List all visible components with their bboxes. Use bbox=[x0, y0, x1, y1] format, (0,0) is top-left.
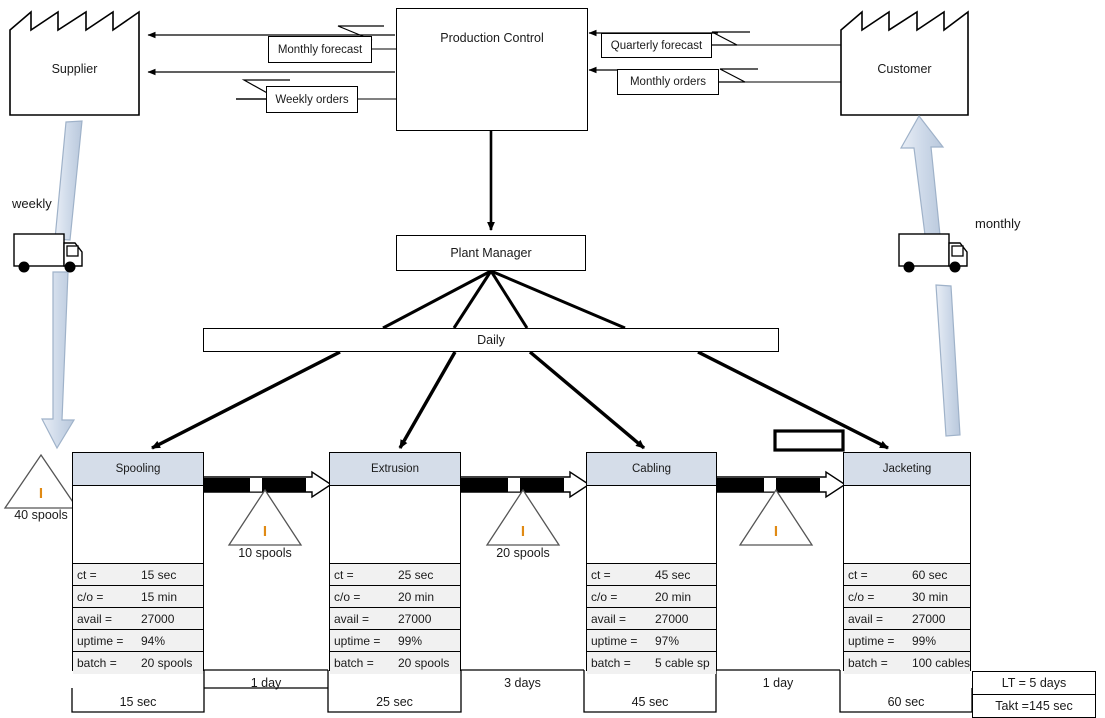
timeline-lead-time: 1 day bbox=[762, 676, 794, 690]
metric-row: ct = 25 sec bbox=[330, 564, 460, 586]
metric-row: batch = 20 spools bbox=[73, 652, 203, 674]
summary-takt-time: Takt =145 sec bbox=[972, 694, 1096, 718]
outbound-shipping-arrow bbox=[899, 114, 961, 437]
inventory-caption: 40 spools bbox=[14, 508, 68, 522]
outbound-shipping-note: monthly bbox=[975, 216, 1021, 231]
metric-row: c/o = 15 min bbox=[73, 586, 203, 608]
summary-lead-time: LT = 5 days bbox=[972, 671, 1096, 695]
inbound-shipping-arrow bbox=[41, 120, 83, 450]
info-label-quarterly-forecast[interactable]: Quarterly forecast bbox=[601, 33, 712, 58]
timeline-lead-time: 1 day bbox=[250, 676, 282, 690]
timeline-lead-time: 3 days bbox=[504, 676, 541, 690]
metric-row: uptime = 99% bbox=[844, 630, 970, 652]
outbound-truck-icon bbox=[898, 233, 968, 273]
process-box-extrusion[interactable]: Extrusion ct = 25 sec c/o = 20 min avail =… bbox=[329, 452, 461, 674]
inventory-glyph: I bbox=[520, 523, 526, 540]
process-box-cabling[interactable]: Cabling ct = 45 sec c/o = 20 min avail = 27… bbox=[586, 452, 717, 674]
metric-row: batch = 100 cables bbox=[844, 652, 970, 674]
metric-row: avail = 27000 bbox=[73, 608, 203, 630]
customer-label: Customer bbox=[877, 62, 932, 76]
timeline-process-time: 25 sec bbox=[376, 695, 413, 709]
supplier-label: Supplier bbox=[51, 62, 98, 76]
inventory-glyph: I bbox=[262, 523, 268, 540]
inventory-caption: 10 spools bbox=[238, 546, 292, 560]
metric-row: c/o = 20 min bbox=[330, 586, 460, 608]
inventory-glyph: I bbox=[773, 523, 779, 540]
metric-row: ct = 15 sec bbox=[73, 564, 203, 586]
info-label-monthly-forecast[interactable]: Monthly forecast bbox=[268, 36, 372, 63]
metric-row: avail = 27000 bbox=[330, 608, 460, 630]
metric-row: uptime = 99% bbox=[330, 630, 460, 652]
process-title: Jacketing bbox=[844, 453, 970, 486]
metric-row: ct = 45 sec bbox=[587, 564, 716, 586]
inbound-shipping-note: weekly bbox=[12, 196, 52, 211]
metric-row: batch = 20 spools bbox=[330, 652, 460, 674]
timeline-process-time: 45 sec bbox=[631, 695, 669, 709]
inventory-marker-3[interactable]: I 20 spools bbox=[481, 490, 565, 560]
daily-schedule-bar[interactable]: Daily bbox=[203, 328, 779, 352]
kanban-post-marker bbox=[773, 429, 845, 452]
metric-row: uptime = 94% bbox=[73, 630, 203, 652]
inventory-marker-1[interactable]: I 40 spools bbox=[0, 455, 83, 522]
info-label-weekly-orders[interactable]: Weekly orders bbox=[266, 86, 358, 113]
metric-row: c/o = 30 min bbox=[844, 586, 970, 608]
process-title: Cabling bbox=[587, 453, 716, 486]
metric-row: avail = 27000 bbox=[587, 608, 716, 630]
metric-row: avail = 27000 bbox=[844, 608, 970, 630]
process-box-spooling[interactable]: Spooling ct = 15 sec c/o = 15 min avail = 2… bbox=[72, 452, 204, 674]
plant-manager-box[interactable]: Plant Manager bbox=[396, 235, 586, 271]
timeline-process-time: 15 sec bbox=[119, 695, 157, 709]
inventory-glyph: I bbox=[38, 485, 44, 502]
inventory-marker-2[interactable]: I 10 spools bbox=[223, 490, 307, 560]
inbound-truck-icon bbox=[13, 233, 83, 273]
inventory-caption: 20 spools bbox=[496, 546, 550, 560]
production-control-box[interactable]: Production Control bbox=[396, 8, 588, 131]
timeline-process-time: 60 sec bbox=[887, 695, 925, 709]
metric-row: c/o = 20 min bbox=[587, 586, 716, 608]
process-box-jacketing[interactable]: Jacketing ct = 60 sec c/o = 30 min avail =… bbox=[843, 452, 971, 674]
production-control-label: Production Control bbox=[440, 31, 544, 45]
inventory-marker-4[interactable]: I bbox=[734, 490, 818, 546]
metric-row: batch = 5 cable sp bbox=[587, 652, 716, 674]
info-label-monthly-orders[interactable]: Monthly orders bbox=[617, 69, 719, 95]
metric-row: uptime = 97% bbox=[587, 630, 716, 652]
process-title: Extrusion bbox=[330, 453, 460, 486]
process-title: Spooling bbox=[73, 453, 203, 486]
metric-row: ct = 60 sec bbox=[844, 564, 970, 586]
